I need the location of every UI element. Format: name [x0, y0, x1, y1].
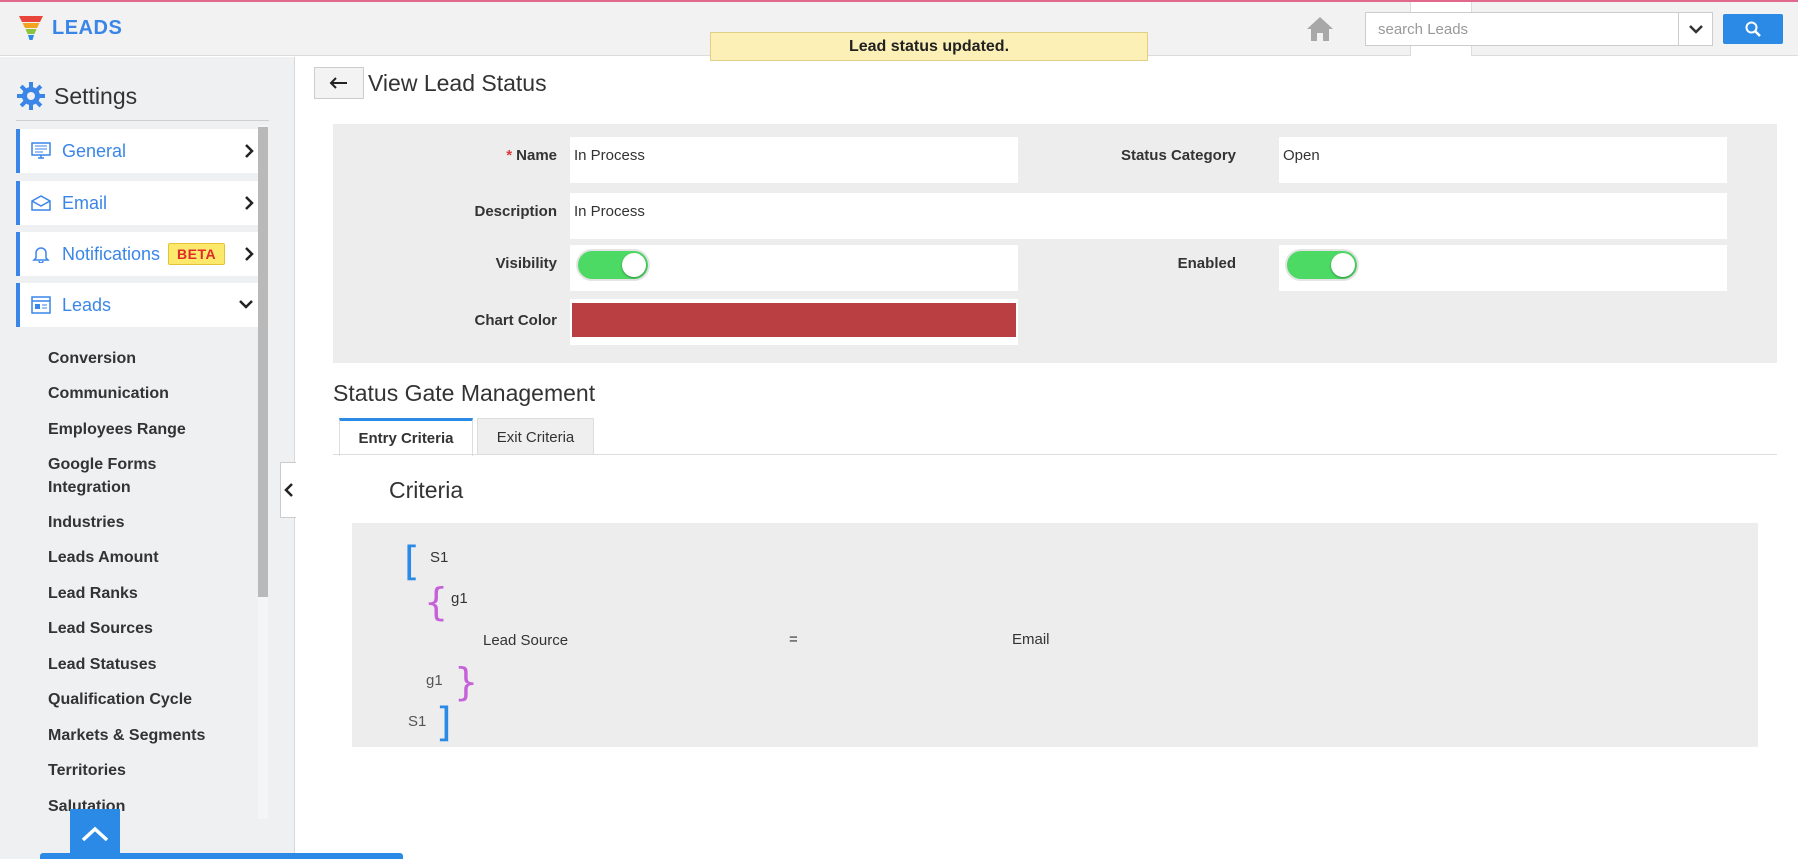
sidebar-subitem-markets-segments[interactable]: Markets & Segments: [48, 724, 205, 747]
group-close-label: g1: [426, 672, 443, 689]
chevron-right-icon: [245, 196, 254, 210]
description-field[interactable]: In Process: [570, 193, 1727, 239]
set-close-label: S1: [408, 713, 427, 730]
chevron-right-icon: [245, 144, 254, 158]
settings-heading: Settings: [16, 81, 137, 111]
sidebar-item-label: Notifications: [62, 243, 161, 264]
name-field[interactable]: In Process: [570, 137, 1018, 183]
description-label: Description: [474, 203, 557, 220]
required-marker: *: [506, 147, 513, 164]
sidebar-subitem-qualification-cycle[interactable]: Qualification Cycle: [48, 688, 192, 711]
beta-badge: BETA: [168, 243, 226, 265]
sidebar-subitem-leads-amount[interactable]: Leads Amount: [48, 546, 159, 569]
visibility-label: Visibility: [495, 255, 557, 272]
chevron-down-icon: [239, 300, 253, 309]
settings-sidebar: Settings General Email Notifications BET…: [0, 57, 295, 859]
sidebar-subitem-employees-range[interactable]: Employees Range: [48, 418, 186, 441]
sidebar-subitem-industries[interactable]: Industries: [48, 511, 124, 534]
sidebar-scrollbar-thumb[interactable]: [258, 127, 268, 597]
sidebar-subitem-google-forms[interactable]: Google Forms Integration: [48, 453, 218, 499]
scroll-up-button[interactable]: [70, 809, 120, 859]
group-open-brace: {: [424, 580, 449, 624]
chevron-left-icon: [283, 483, 293, 497]
search-filter-dropdown[interactable]: [1679, 12, 1713, 46]
settings-title: Settings: [54, 82, 138, 109]
sidebar-item-general[interactable]: General: [16, 129, 258, 173]
status-category-label: Status Category: [1120, 147, 1236, 164]
leads-icon: [20, 296, 62, 314]
bottom-panel-handle[interactable]: [40, 853, 403, 859]
set-open-label: S1: [430, 549, 449, 566]
collapse-sidebar-button[interactable]: [280, 462, 296, 518]
home-icon: [1307, 17, 1333, 41]
sidebar-item-notifications[interactable]: Notifications BETA: [16, 232, 258, 276]
sidebar-subitem-territories[interactable]: Territories: [48, 759, 126, 782]
monitor-icon: [20, 142, 62, 160]
chevron-down-icon: [1688, 25, 1703, 34]
visibility-toggle[interactable]: [576, 249, 650, 281]
bell-icon: [20, 245, 62, 263]
sidebar-item-leads[interactable]: Leads: [16, 283, 258, 327]
tabs-divider: [333, 454, 1777, 455]
enabled-label: Enabled: [1177, 255, 1236, 272]
search-button[interactable]: [1723, 14, 1783, 44]
back-button[interactable]: [314, 67, 364, 99]
condition-operator: =: [789, 631, 798, 648]
toggle-knob: [622, 253, 646, 277]
sidebar-subitem-lead-ranks[interactable]: Lead Ranks: [48, 582, 138, 605]
arrow-left-icon: [329, 77, 347, 89]
home-button[interactable]: [1290, 2, 1350, 56]
toggle-knob: [1331, 253, 1355, 277]
sidebar-item-email[interactable]: Email: [16, 181, 258, 225]
tab-exit-criteria[interactable]: Exit Criteria: [477, 418, 594, 455]
sidebar-subitem-lead-statuses[interactable]: Lead Statuses: [48, 653, 156, 676]
gear-icon: [17, 82, 45, 110]
search-icon: [1745, 21, 1761, 37]
enabled-toggle[interactable]: [1285, 249, 1359, 281]
funnel-logo-icon: [19, 16, 43, 40]
app-logo[interactable]: LEADS: [18, 14, 122, 42]
chevron-right-icon: [245, 247, 254, 261]
sidebar-subitem-conversion[interactable]: Conversion: [48, 347, 136, 370]
search-input[interactable]: [1365, 12, 1679, 46]
status-gate-title: Status Gate Management: [333, 380, 596, 406]
set-open-bracket: [: [404, 539, 420, 585]
page-title: View Lead Status: [368, 70, 547, 96]
condition-value: Email: [1012, 631, 1050, 648]
envelope-icon: [20, 195, 62, 211]
chart-color-label: Chart Color: [474, 312, 558, 329]
sidebar-item-label: General: [62, 140, 127, 161]
name-label: * Name: [506, 147, 557, 164]
tab-entry-criteria[interactable]: Entry Criteria: [339, 418, 473, 456]
sidebar-subitem-communication[interactable]: Communication: [48, 382, 169, 405]
group-open-label: g1: [451, 590, 468, 607]
criteria-title: Criteria: [389, 477, 464, 503]
logo-text: LEADS: [52, 16, 123, 39]
status-category-field[interactable]: Open: [1279, 137, 1727, 183]
status-toast: Lead status updated.: [710, 32, 1148, 61]
set-close-bracket: ]: [436, 700, 452, 746]
sidebar-item-label: Leads: [62, 294, 112, 315]
chart-color-swatch[interactable]: [572, 303, 1016, 337]
divider: [16, 120, 269, 121]
sidebar-subitem-lead-sources[interactable]: Lead Sources: [48, 617, 153, 640]
chevron-up-icon: [81, 826, 109, 842]
group-close-brace: }: [454, 660, 479, 704]
condition-field: Lead Source: [483, 632, 569, 649]
sidebar-item-label: Email: [62, 192, 108, 213]
